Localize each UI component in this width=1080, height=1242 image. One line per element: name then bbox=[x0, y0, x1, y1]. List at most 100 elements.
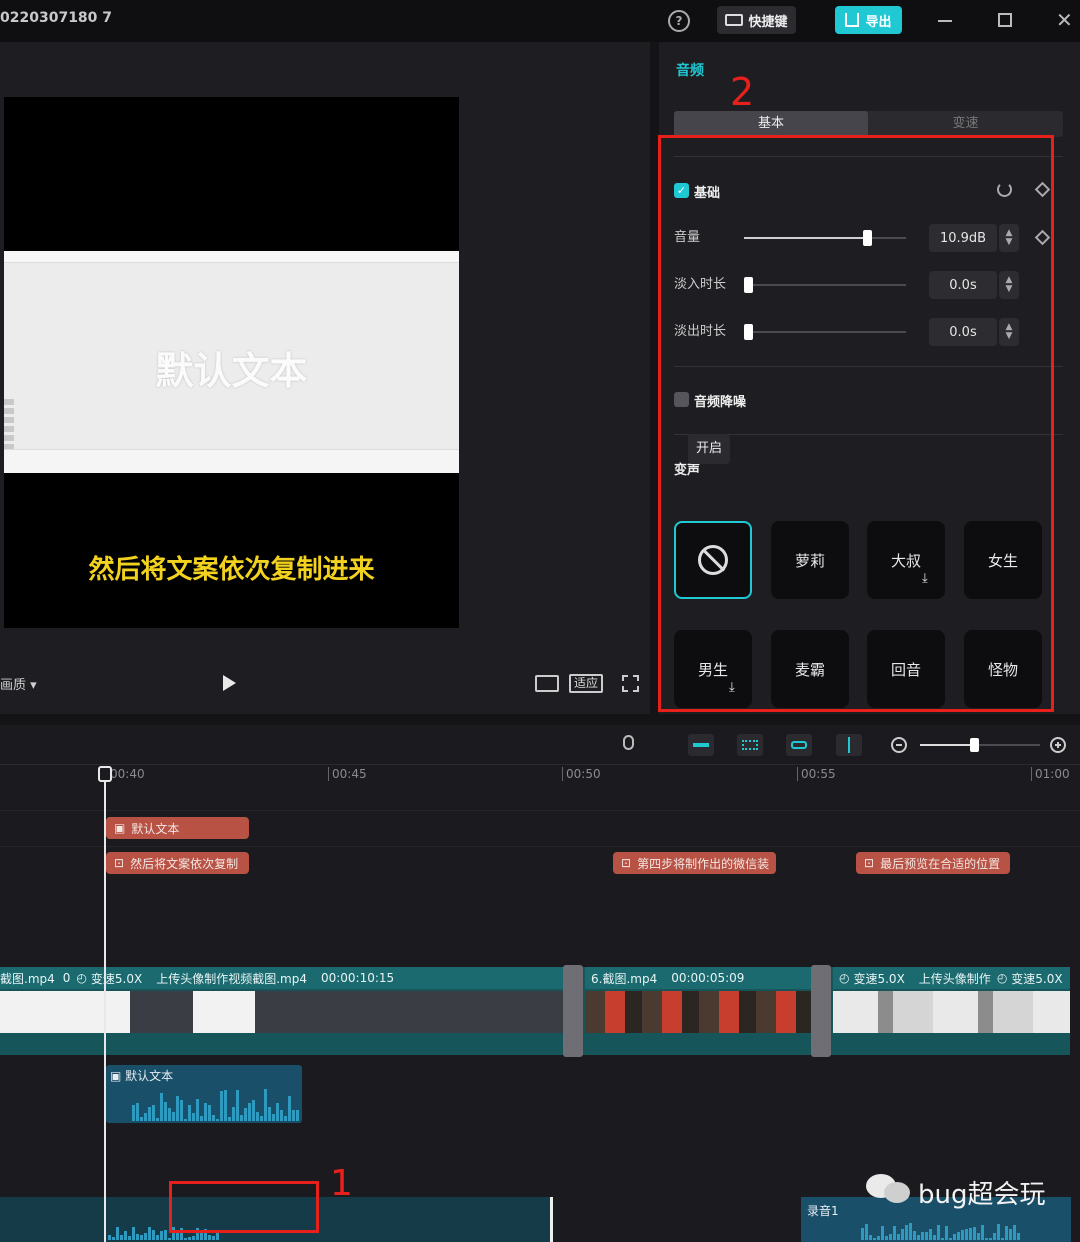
waveform-bar bbox=[112, 1237, 115, 1240]
annotation-number-1: 1 bbox=[330, 1163, 353, 1204]
speed-icon: ◴ bbox=[839, 971, 850, 985]
waveform-bar bbox=[276, 1103, 279, 1121]
export-label: 导出 bbox=[865, 14, 892, 30]
zoom-out-icon[interactable] bbox=[891, 737, 907, 753]
waveform-bar bbox=[184, 1238, 187, 1240]
waveform-bar bbox=[268, 1107, 271, 1121]
tab-basic[interactable]: 基本 bbox=[674, 111, 868, 137]
close-icon[interactable]: ✕ bbox=[1056, 8, 1073, 32]
auto-link-icon[interactable] bbox=[737, 734, 763, 756]
waveform-bar bbox=[985, 1238, 988, 1240]
text-clip-icon: ⊡ bbox=[864, 856, 875, 870]
waveform-bar bbox=[965, 1229, 968, 1240]
waveform-bar bbox=[216, 1119, 219, 1121]
video-thumbnail bbox=[255, 991, 565, 1033]
waveform-bar bbox=[212, 1115, 215, 1121]
speed-icon: ◴ bbox=[76, 971, 87, 985]
link-icon[interactable] bbox=[786, 734, 812, 756]
microphone-icon[interactable] bbox=[623, 735, 634, 750]
waveform-bar bbox=[284, 1116, 287, 1121]
waveform-bar bbox=[140, 1235, 143, 1240]
text-clip-icon: ▣ bbox=[110, 1069, 122, 1083]
waveform-bar bbox=[208, 1105, 211, 1121]
waveform-bar bbox=[200, 1116, 203, 1121]
waveform-bar bbox=[905, 1225, 908, 1240]
waveform-bar bbox=[977, 1233, 980, 1240]
watermark-text: bug超会玩 bbox=[918, 1180, 1046, 1210]
waveform bbox=[132, 1087, 299, 1121]
video-thumbnail bbox=[585, 991, 813, 1033]
waveform-bar bbox=[240, 1115, 243, 1121]
waveform-bar bbox=[140, 1117, 143, 1121]
waveform-bar bbox=[873, 1238, 876, 1240]
quality-dropdown[interactable]: 画质 ▾ bbox=[0, 674, 37, 693]
waveform-bar bbox=[180, 1100, 183, 1121]
zoom-in-icon[interactable] bbox=[1050, 737, 1066, 753]
waveform-bar bbox=[144, 1233, 147, 1240]
playhead-handle[interactable] bbox=[98, 766, 112, 782]
tick-label: 00:40 bbox=[110, 767, 145, 781]
text-clip-icon: ⊡ bbox=[621, 856, 632, 870]
fit-button[interactable]: 适应 bbox=[569, 674, 603, 693]
waveform-bar bbox=[941, 1238, 944, 1240]
text-clip[interactable]: ⊡ 最后预览在合适的位置 bbox=[856, 852, 1010, 874]
waveform-bar bbox=[901, 1229, 904, 1240]
video-thumbnail bbox=[833, 991, 1070, 1033]
waveform-bar bbox=[168, 1108, 171, 1121]
recording-label: 录音1 bbox=[807, 1204, 839, 1218]
tab-bar: 基本 变速 bbox=[674, 111, 1063, 137]
tick-label: 00:45 bbox=[328, 767, 367, 781]
split-icon[interactable] bbox=[836, 734, 862, 756]
waveform-view-icon[interactable] bbox=[535, 675, 559, 692]
transition-handle[interactable] bbox=[811, 965, 831, 1057]
play-icon[interactable] bbox=[223, 675, 236, 691]
waveform-bar bbox=[208, 1235, 211, 1240]
waveform-bar bbox=[152, 1230, 155, 1240]
audio-clip[interactable]: ▣ 默认文本 bbox=[106, 1065, 302, 1123]
waveform-bar bbox=[220, 1091, 223, 1121]
tab-speed[interactable]: 变速 bbox=[868, 111, 1063, 137]
waveform-bar bbox=[136, 1234, 139, 1240]
waveform-bar bbox=[120, 1235, 123, 1240]
waveform-bar bbox=[184, 1119, 187, 1121]
waveform-bar bbox=[260, 1116, 263, 1121]
waveform-bar bbox=[264, 1089, 267, 1121]
waveform-bar bbox=[192, 1236, 195, 1240]
fullscreen-icon[interactable] bbox=[622, 675, 639, 692]
waveform-bar bbox=[224, 1090, 227, 1121]
minimize-icon[interactable] bbox=[938, 20, 952, 22]
waveform-bar bbox=[160, 1231, 163, 1240]
waveform-bar bbox=[997, 1224, 1000, 1240]
zoom-slider[interactable] bbox=[920, 738, 1040, 752]
audio-clip-label: ▣ 默认文本 bbox=[110, 1069, 174, 1083]
text-clip-icon: ⊡ bbox=[114, 856, 125, 870]
waveform-bar bbox=[1017, 1233, 1020, 1240]
text-clip[interactable]: ⊡ 第四步将制作出的微信装 bbox=[613, 852, 776, 874]
snap-icon[interactable] bbox=[688, 734, 714, 756]
waveform-bar bbox=[164, 1102, 167, 1121]
project-name: 0220307180 7 bbox=[0, 10, 113, 26]
waveform-bar bbox=[953, 1234, 956, 1240]
waveform-bar bbox=[148, 1107, 151, 1121]
video-thumbnail bbox=[130, 991, 193, 1033]
help-icon[interactable]: ? bbox=[668, 10, 690, 32]
playhead[interactable] bbox=[104, 770, 106, 1242]
waveform-bar bbox=[1013, 1225, 1016, 1240]
waveform-bar bbox=[132, 1227, 135, 1240]
video-clip-header[interactable]: 6.截图.mp4 00:00:05:09 bbox=[585, 967, 813, 989]
transition-handle[interactable] bbox=[563, 965, 583, 1057]
waveform-bar bbox=[244, 1108, 247, 1121]
maximize-icon[interactable] bbox=[998, 13, 1012, 27]
video-clip-header[interactable]: ◴ 变速5.0X 上传头像制作 ◴ 变速5.0X bbox=[833, 967, 1070, 989]
text-clip[interactable]: ⊡ 然后将文案依次复制 bbox=[106, 852, 249, 874]
text-clip[interactable]: ▣ 默认文本 bbox=[106, 817, 249, 839]
export-button[interactable]: 导出 bbox=[835, 6, 902, 34]
waveform-bar bbox=[136, 1103, 139, 1121]
waveform-bar bbox=[865, 1224, 868, 1240]
shortcut-button[interactable]: 快捷键 bbox=[717, 6, 796, 34]
waveform-bar bbox=[148, 1227, 151, 1240]
panel-title[interactable]: 音频 bbox=[676, 60, 704, 80]
zoom-slider-knob[interactable] bbox=[970, 738, 979, 752]
waveform-bar bbox=[204, 1103, 207, 1121]
video-clip-header[interactable]: 截图.mp4 0 ◴ 变速5.0X 上传头像制作视频截图.mp4 00:00:1… bbox=[0, 967, 565, 989]
